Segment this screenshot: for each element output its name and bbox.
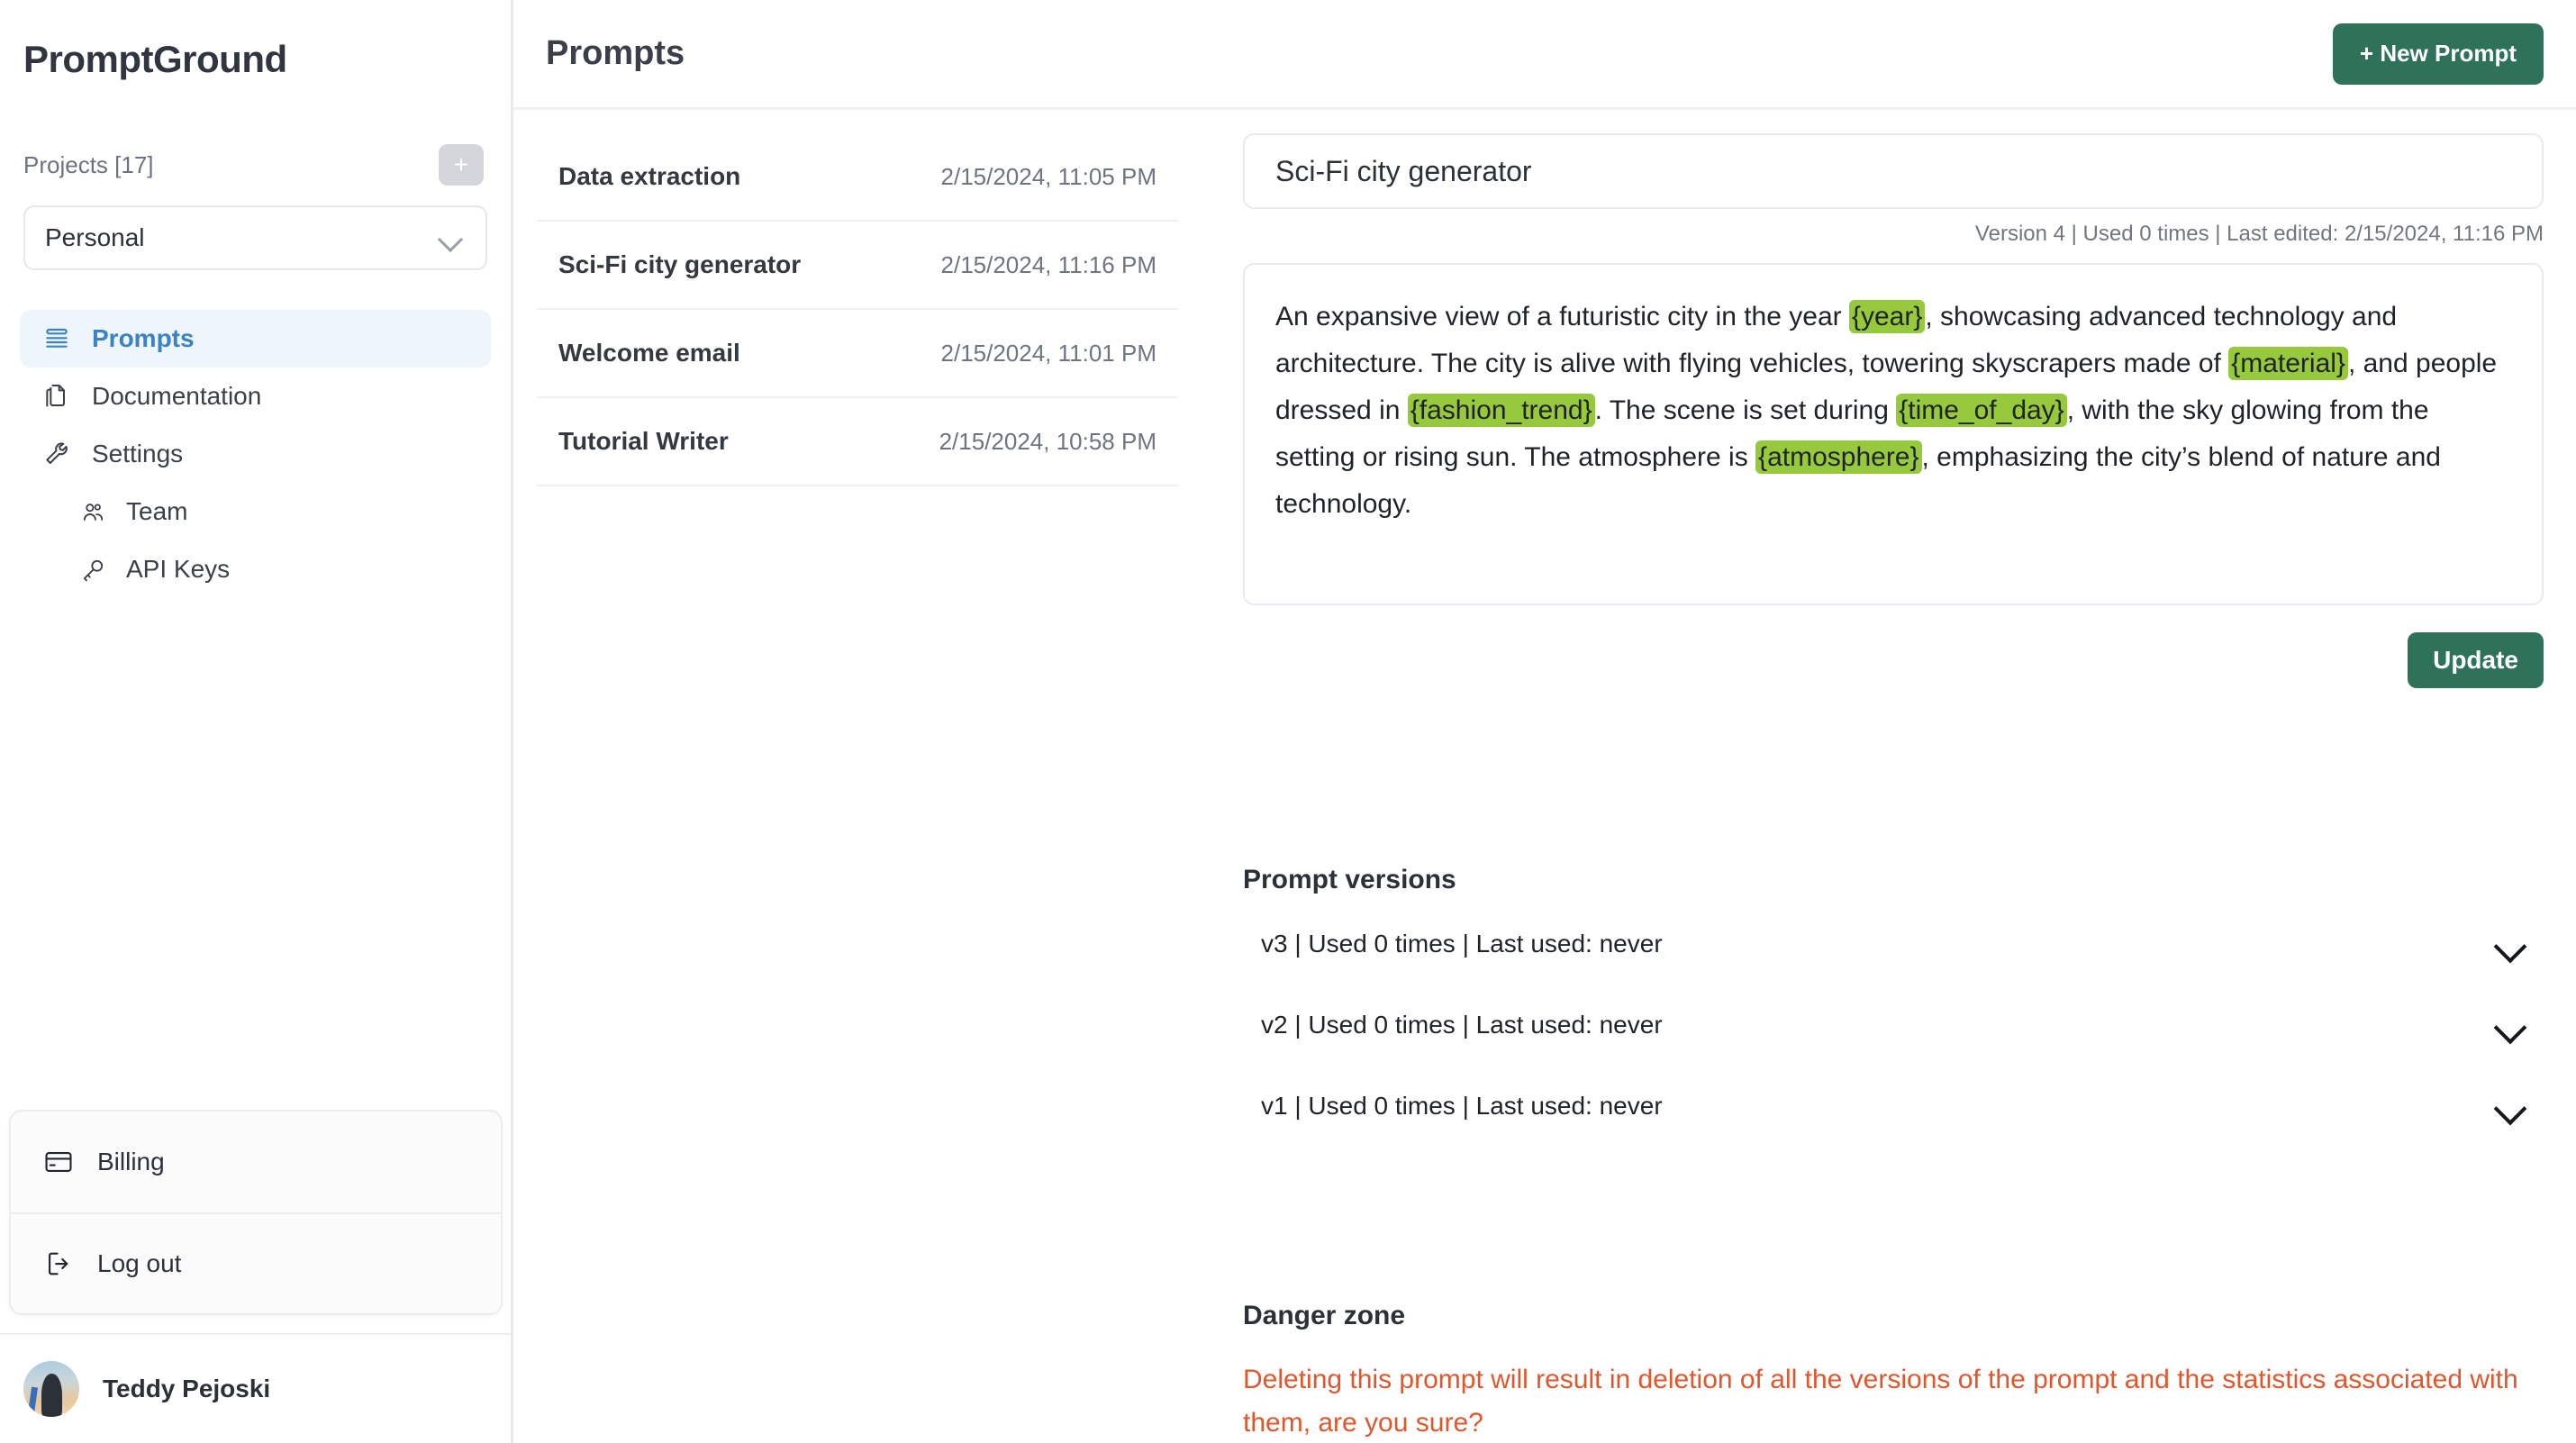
prompt-text-run: . The scene is set during — [1594, 395, 1897, 425]
chevron-down-icon — [439, 231, 464, 245]
chevron-down-icon[interactable] — [2495, 935, 2526, 953]
prompt-list-item[interactable]: Tutorial Writer 2/15/2024, 10:58 PM — [537, 398, 1178, 486]
prompt-list-item-name: Tutorial Writer — [558, 427, 729, 455]
logout-menu-item[interactable]: Log out — [11, 1212, 501, 1313]
prompt-list-item[interactable]: Welcome email 2/15/2024, 11:01 PM — [537, 310, 1178, 398]
prompt-list-item-date: 2/15/2024, 11:16 PM — [940, 250, 1156, 278]
prompt-version-label: v3 | Used 0 times | Last used: never — [1261, 930, 1663, 957]
prompt-list-item-date: 2/15/2024, 11:01 PM — [940, 339, 1156, 367]
list-icon — [41, 323, 72, 354]
chevron-down-icon[interactable] — [2495, 1097, 2526, 1115]
add-project-button[interactable]: + — [439, 144, 484, 186]
key-icon — [79, 556, 106, 583]
users-icon — [79, 498, 106, 525]
billing-menu-item[interactable]: Billing — [11, 1112, 501, 1212]
sidebar-item-label: Team — [126, 497, 188, 525]
prompt-version-label: v2 | Used 0 times | Last used: never — [1261, 1011, 1663, 1039]
sidebar-item-label: Prompts — [92, 324, 195, 352]
danger-zone-text: Deleting this prompt will result in dele… — [1243, 1365, 2518, 1438]
account-item-label: Billing — [97, 1148, 165, 1175]
app-root: PromptGround Projects [17] + Personal Pr… — [0, 0, 2576, 1443]
sidebar-item-label: Documentation — [92, 382, 262, 410]
prompt-text-run: An expansive view of a futuristic city i… — [1275, 302, 1849, 331]
update-button[interactable]: Update — [2408, 632, 2544, 688]
prompt-version-row[interactable]: v2 | Used 0 times | Last used: never — [1243, 993, 2544, 1057]
sidebar-item-team[interactable]: Team — [58, 483, 491, 540]
credit-card-icon — [43, 1147, 74, 1177]
prompt-list-item-name: Data extraction — [558, 162, 741, 190]
user-profile-strip[interactable]: Teddy Pejoski — [0, 1333, 511, 1443]
prompt-version-label: v1 | Used 0 times | Last used: never — [1261, 1092, 1663, 1120]
projects-header: Projects [17] + — [0, 144, 511, 186]
prompt-versions-list: v3 | Used 0 times | Last used: never v2 |… — [1243, 912, 2544, 1139]
sidebar-item-settings[interactable]: Settings — [20, 425, 491, 483]
avatar — [23, 1361, 79, 1417]
prompt-title-input[interactable]: Sci-Fi city generator — [1243, 133, 2544, 209]
prompt-list-item-name: Welcome email — [558, 339, 740, 367]
prompt-list-item-date: 2/15/2024, 11:05 PM — [940, 162, 1156, 190]
account-menu: Billing Log out — [9, 1110, 503, 1315]
documents-icon — [41, 381, 72, 412]
account-item-label: Log out — [97, 1249, 182, 1277]
projects-count-label: Projects [17] — [23, 150, 154, 178]
sidebar-item-label: API Keys — [126, 555, 231, 583]
danger-zone-heading: Danger zone — [1243, 1301, 1406, 1330]
sidebar-item-label: Settings — [92, 440, 184, 467]
app-logo: PromptGround — [23, 38, 287, 80]
chevron-down-icon[interactable] — [2495, 1016, 2526, 1034]
topbar: Prompts + New Prompt — [513, 0, 2576, 110]
prompt-list-item-date: 2/15/2024, 10:58 PM — [939, 427, 1156, 455]
prompt-list: Data extraction 2/15/2024, 11:05 PM Sci-Fi… — [513, 110, 1202, 1443]
main-area: Prompts + New Prompt Data extraction 2/15… — [513, 0, 2576, 1443]
sidebar-nav: Prompts Documentation Settings Team API … — [0, 310, 511, 598]
prompt-list-item[interactable]: Sci-Fi city generator 2/15/2024, 11:16 PM — [537, 222, 1178, 310]
sidebar-item-documentation[interactable]: Documentation — [20, 368, 491, 425]
update-row: Update — [1243, 632, 2544, 688]
prompt-detail: Sci-Fi city generator Version 4 | Used 0… — [1202, 110, 2576, 1443]
prompt-meta: Version 4 | Used 0 times | Last edited: … — [1974, 222, 2544, 246]
sidebar-item-prompts[interactable]: Prompts — [20, 310, 491, 368]
wrench-icon — [41, 439, 72, 469]
prompt-variable-token: {material} — [2228, 346, 2348, 380]
prompt-variable-token: {fashion_trend} — [1407, 393, 1595, 427]
prompt-variable-token: {time_of_day} — [1896, 393, 2067, 427]
user-name: Teddy Pejoski — [103, 1375, 271, 1402]
prompt-variable-token: {atmosphere} — [1755, 440, 1922, 474]
sidebar: PromptGround Projects [17] + Personal Pr… — [0, 0, 513, 1443]
prompt-version-row[interactable]: v1 | Used 0 times | Last used: never — [1243, 1074, 2544, 1139]
content-columns: Data extraction 2/15/2024, 11:05 PM Sci-Fi… — [513, 110, 2576, 1443]
prompt-version-row[interactable]: v3 | Used 0 times | Last used: never — [1243, 912, 2544, 976]
prompt-list-item-name: Sci-Fi city generator — [558, 250, 802, 278]
project-select[interactable]: Personal — [23, 205, 487, 270]
project-select-value: Personal — [45, 223, 145, 251]
prompt-versions-heading: Prompt versions — [1243, 865, 1456, 894]
page-title: Prompts — [546, 34, 685, 72]
sidebar-item-api-keys[interactable]: API Keys — [58, 540, 491, 598]
logout-icon — [43, 1248, 74, 1279]
new-prompt-button[interactable]: + New Prompt — [2332, 23, 2544, 85]
prompt-text-editor[interactable]: An expansive view of a futuristic city i… — [1243, 263, 2544, 605]
prompt-list-item[interactable]: Data extraction 2/15/2024, 11:05 PM — [537, 133, 1178, 222]
prompt-variable-token: {year} — [1848, 300, 1926, 333]
